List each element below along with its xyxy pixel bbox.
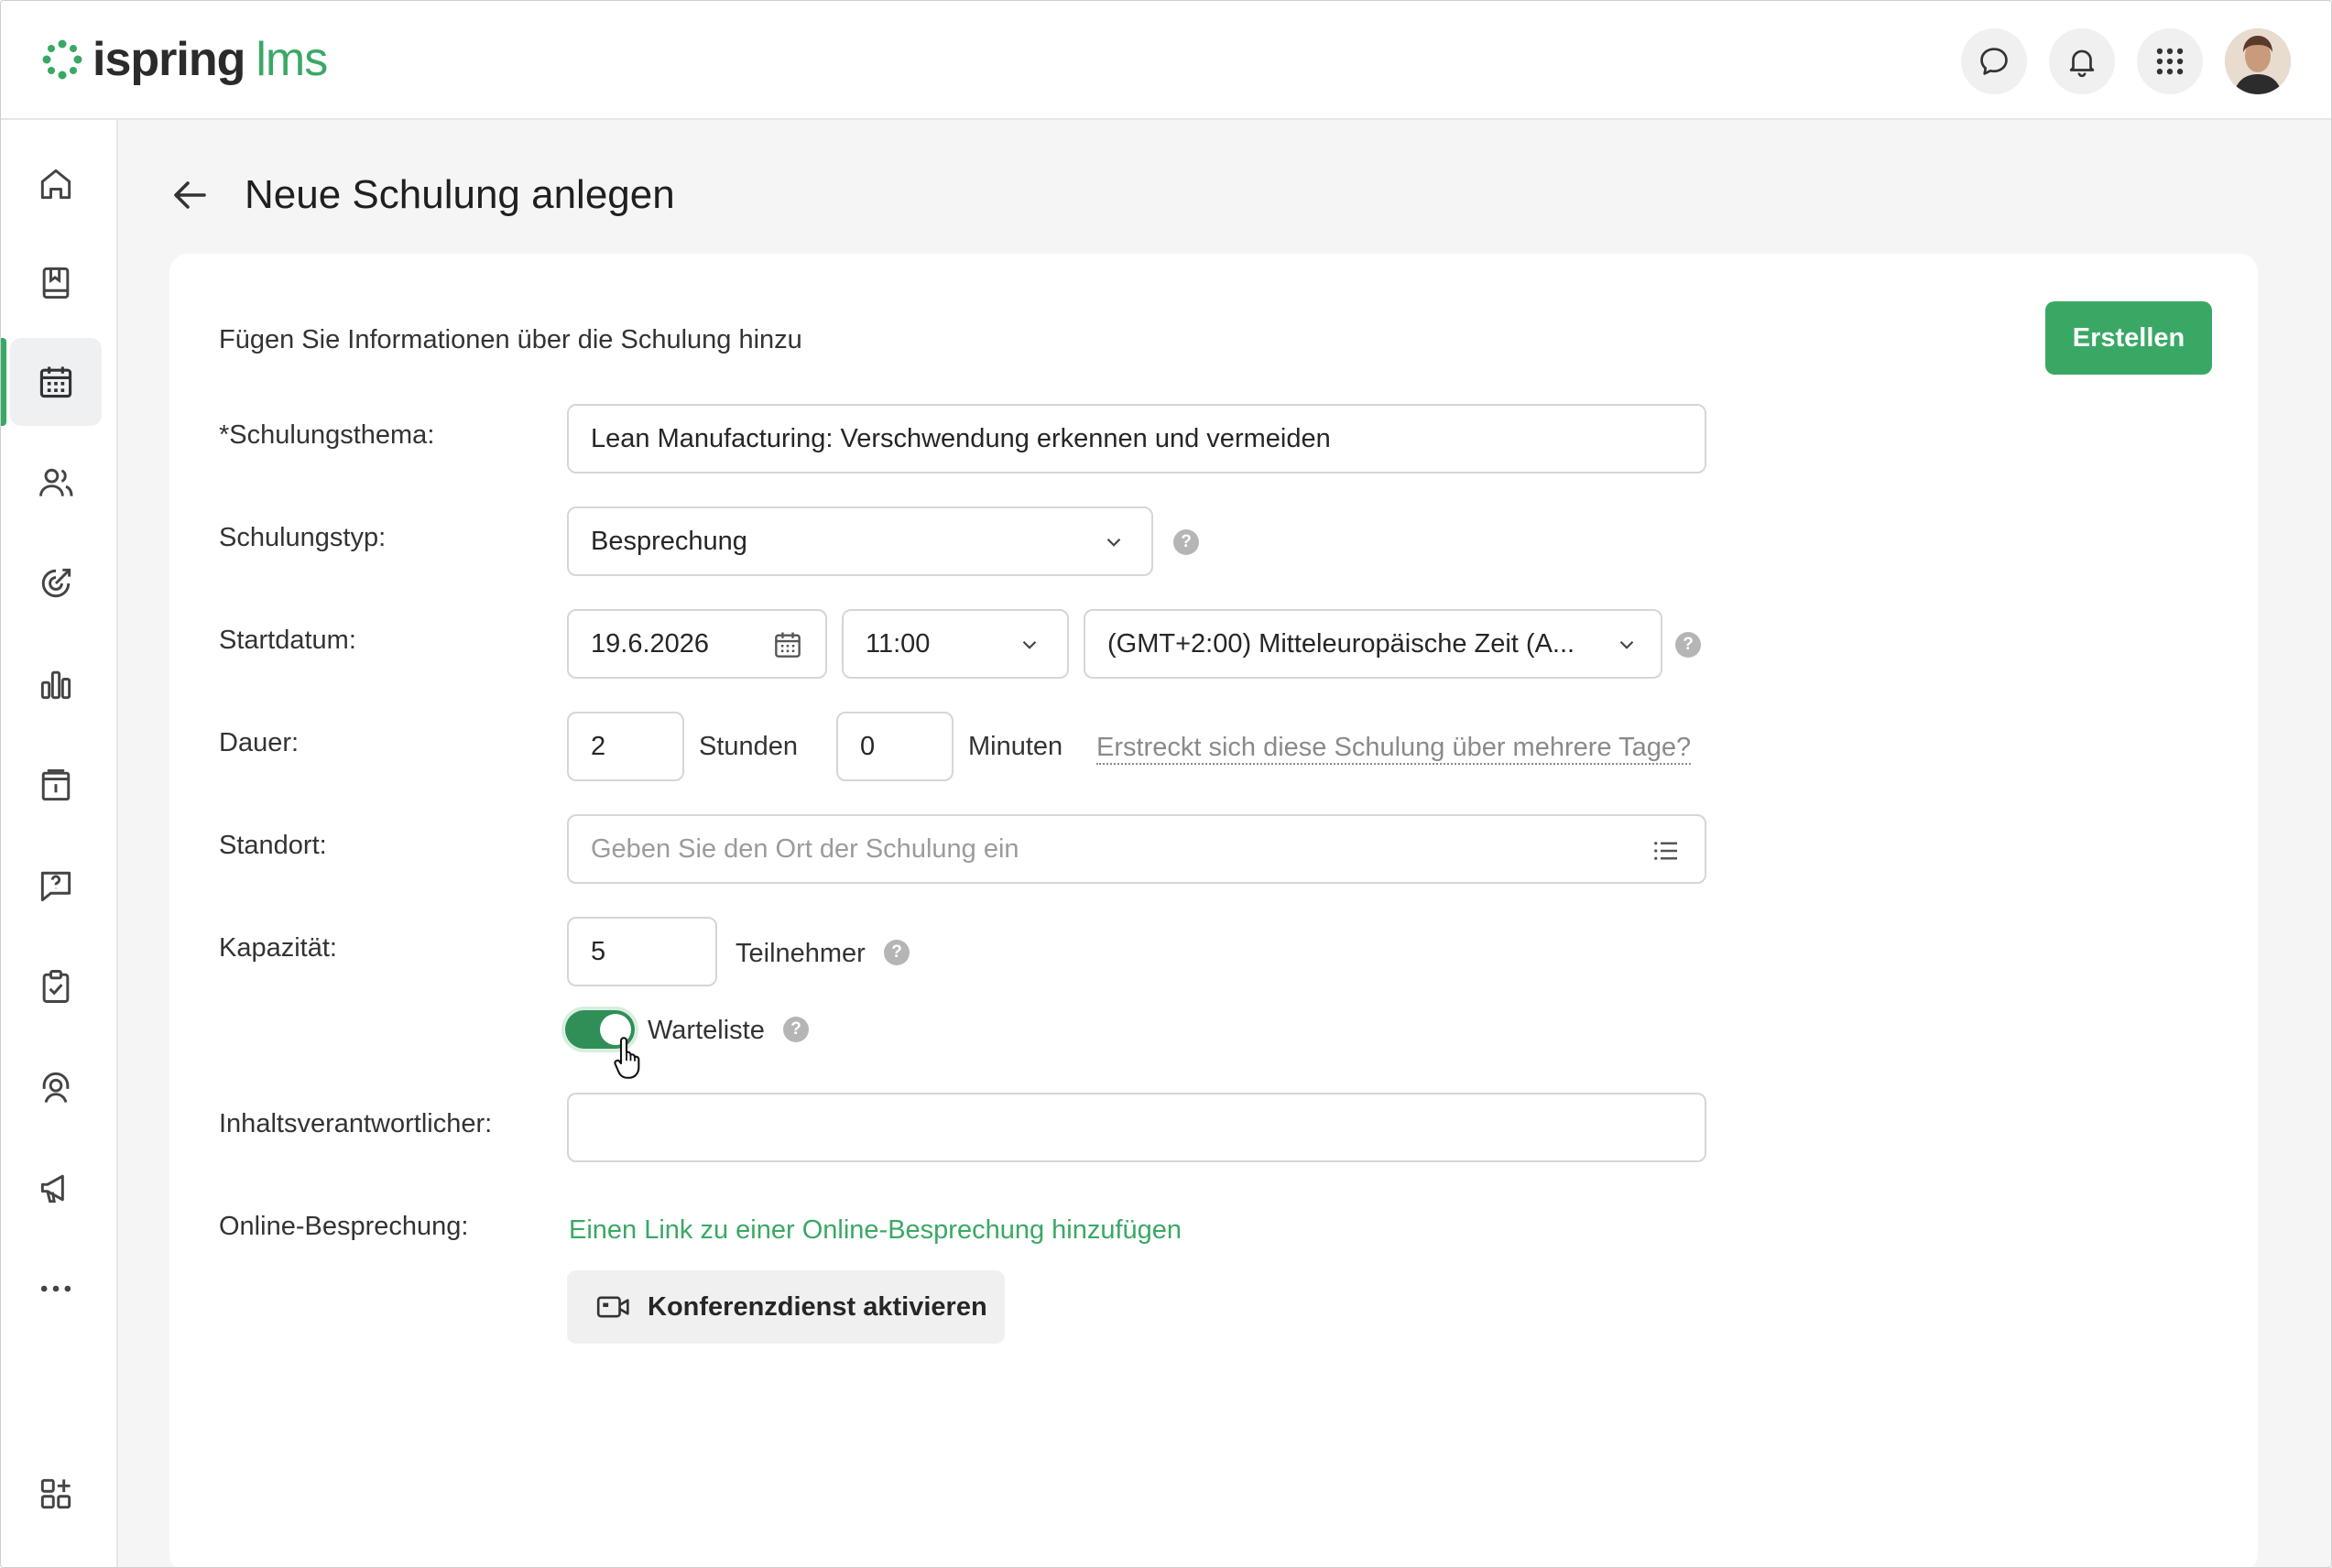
timezone-select[interactable]: (GMT+2:00) Mitteleuropäische Zeit (A... [1084,609,1662,679]
help-icon[interactable]: ? [1173,529,1199,555]
book-icon [42,267,70,299]
sidebar-item-reports[interactable] [10,640,102,728]
sidebar-item-announcements[interactable] [10,1144,102,1232]
users-icon [39,468,73,496]
duration-label: Dauer: [219,728,300,757]
megaphone-icon [40,1174,64,1203]
location-placeholder: Geben Sie den Ort der Schulung ein [591,833,1019,864]
top-bar: ispring lms [1,1,2331,120]
video-camera-icon [596,1296,629,1318]
user-avatar[interactable] [2225,28,2291,94]
notifications-button[interactable] [2049,28,2115,94]
support-agent-icon [42,1072,70,1103]
chevron-down-icon [1022,640,1037,649]
multi-day-link[interactable]: Erstreckt sich diese Schulung über mehre… [1096,732,1692,765]
topic-value: Lean Manufacturing: Verschwendung erkenn… [591,423,1331,453]
target-icon [41,568,71,598]
back-arrow-icon[interactable] [168,173,212,217]
date-input[interactable]: 19.6.2026 [567,609,827,679]
list-icon[interactable] [1650,834,1683,867]
help-icon[interactable]: ? [884,940,910,965]
capacity-input[interactable]: 5 [567,917,717,986]
page-title: Neue Schulung anlegen [245,172,675,217]
chat-button[interactable] [1961,28,2027,94]
type-select[interactable]: Besprechung [567,506,1153,576]
sidebar-item-info[interactable] [10,741,102,829]
sidebar-item-goals[interactable] [10,539,102,627]
logo-word-lms: lms [256,33,328,86]
topic-label: *Schulungsthema: [219,420,435,450]
question-chat-icon [40,871,71,902]
online-meeting-label: Online-Besprechung: [219,1212,469,1241]
owner-input[interactable] [567,1093,1706,1162]
hours-input[interactable]: 2 [567,712,684,781]
logo-word-ispring: ispring [93,33,245,86]
info-board-icon [41,768,71,801]
conference-button-label: Konferenzdienst aktivieren [648,1291,987,1322]
add-meeting-link[interactable]: Einen Link zu einer Online-Besprechung h… [569,1215,1182,1246]
location-label: Standort: [219,831,327,860]
topic-input[interactable]: Lean Manufacturing: Verschwendung erkenn… [567,404,1706,474]
apps-grid-icon [2156,48,2184,75]
help-icon[interactable]: ? [783,1017,809,1042]
active-indicator [1,338,6,426]
timezone-value: (GMT+2:00) Mitteleuropäische Zeit (A... [1107,628,1575,659]
date-value: 19.6.2026 [591,628,710,659]
help-icon[interactable]: ? [1675,632,1701,658]
time-value: 11:00 [866,628,931,659]
capacity-label: Kapazität: [219,933,337,963]
calendar-icon [39,366,72,398]
calendar-icon[interactable] [770,627,805,662]
sidebar-item-more[interactable] [10,1245,102,1333]
hours-value: 2 [591,731,606,761]
chevron-down-icon [1619,640,1634,649]
avatar-image [2225,28,2291,94]
sidebar-item-add-widget[interactable] [10,1450,102,1538]
type-value: Besprechung [591,526,747,556]
start-label: Startdatum: [219,626,356,655]
hand-cursor-icon [614,1037,640,1079]
home-icon [40,169,71,200]
capacity-value: 5 [591,936,606,966]
waitlist-label: Warteliste [648,1016,765,1045]
sidebar-item-users[interactable] [10,439,102,527]
clipboard-check-icon [42,970,70,1003]
time-select[interactable]: 11:00 [842,609,1069,679]
more-dots-icon [40,1285,71,1292]
apps-button[interactable] [2137,28,2203,94]
minutes-value: 0 [860,731,876,761]
sidebar-item-support[interactable] [10,1043,102,1131]
owner-label: Inhaltsverantwortlicher: [219,1109,493,1138]
capacity-unit: Teilnehmer [736,939,866,968]
app-window: ispring lms Neue Schulung anlegen Fügen … [0,0,2332,1568]
logo[interactable]: ispring lms [41,28,328,91]
location-input[interactable]: Geben Sie den Ort der Schulung ein [567,814,1706,884]
chat-icon [1980,48,2008,75]
sidebar-item-calendar[interactable] [10,338,102,426]
hours-unit: Stunden [699,732,799,761]
sidebar-item-questions[interactable] [10,842,102,930]
bar-chart-icon [40,670,71,700]
sidebar [1,120,118,1567]
type-label: Schulungstyp: [219,523,387,552]
add-widget-icon [40,1478,71,1509]
conference-service-button[interactable]: Konferenzdienst aktivieren [567,1270,1005,1344]
bell-icon [2069,49,2095,78]
sidebar-item-courses[interactable] [10,239,102,327]
create-button[interactable]: Erstellen [2045,301,2212,375]
chevron-down-icon [1106,538,1121,547]
logo-icon [42,39,82,80]
minutes-input[interactable]: 0 [836,712,954,781]
sidebar-item-assignments[interactable] [10,942,102,1030]
form-subtitle: Fügen Sie Informationen über die Schulun… [219,325,802,354]
sidebar-item-home[interactable] [10,140,102,228]
minutes-unit: Minuten [968,732,1063,761]
